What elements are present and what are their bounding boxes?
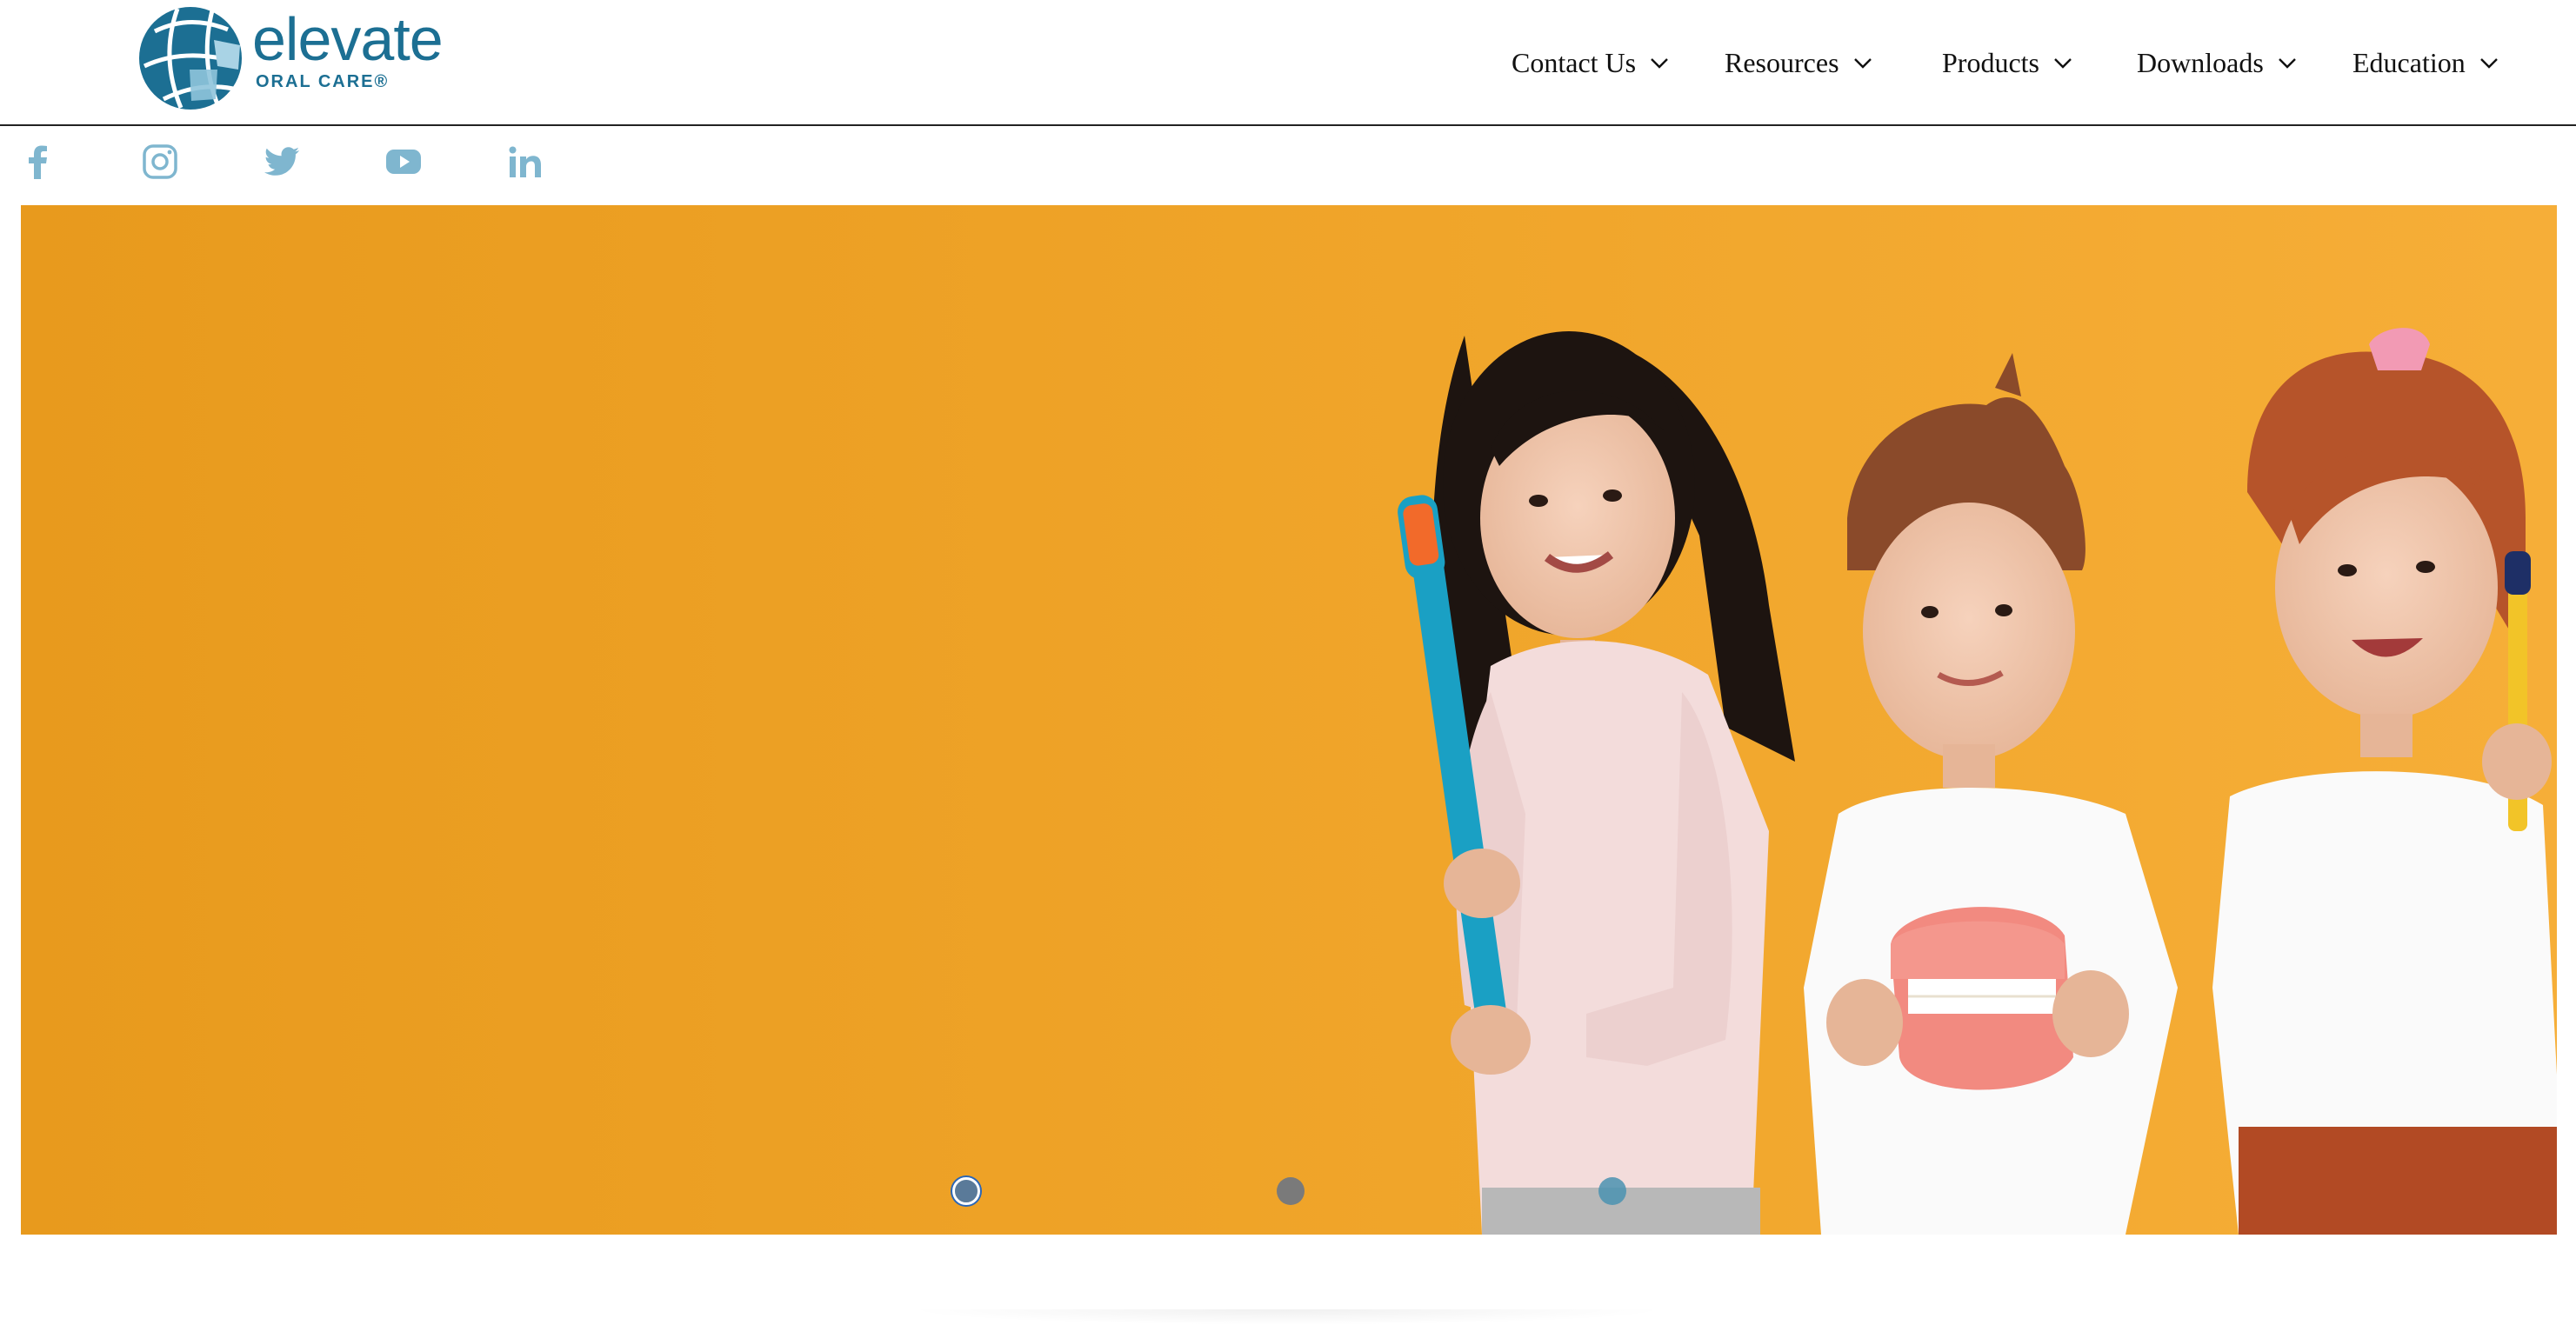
chevron-down-icon: [2052, 51, 2074, 74]
nav-label: Products: [1942, 46, 2039, 78]
globe-logo-icon: [139, 7, 242, 110]
elevate-oral-care-logo[interactable]: elevate ORAL CARE®: [137, 5, 444, 111]
instagram-icon[interactable]: [136, 137, 184, 186]
twitter-icon[interactable]: [257, 137, 306, 186]
chevron-down-icon: [1648, 51, 1671, 74]
hero-banner: [21, 205, 2557, 1235]
nav-downloads[interactable]: Downloads: [2137, 42, 2299, 83]
nav-label: Resources: [1725, 46, 1839, 78]
carousel-dot-1[interactable]: [952, 1177, 980, 1205]
nav-education[interactable]: Education: [2352, 42, 2500, 83]
section-divider-shadow: [904, 1309, 1670, 1325]
nav-products[interactable]: Products: [1942, 42, 2074, 83]
carousel-dot-3[interactable]: [1598, 1177, 1626, 1205]
chevron-down-icon: [2276, 51, 2299, 74]
facebook-icon[interactable]: [14, 137, 63, 186]
nav-label: Downloads: [2137, 46, 2264, 78]
chevron-down-icon: [2478, 51, 2500, 74]
chevron-down-icon: [1852, 51, 1874, 74]
dental-model: [1891, 907, 2073, 1090]
site-header: elevate ORAL CARE® Contact Us Resources …: [0, 0, 2576, 126]
nav-resources[interactable]: Resources: [1725, 42, 1874, 83]
nav-contact-us[interactable]: Contact Us: [1512, 42, 1671, 83]
youtube-icon[interactable]: [379, 137, 428, 186]
nav-label: Contact Us: [1512, 46, 1637, 78]
children-with-toothbrushes-image: [21, 205, 2557, 1235]
linkedin-icon[interactable]: [501, 137, 550, 186]
brand-name: elevate: [252, 5, 444, 73]
nav-label: Education: [2352, 46, 2466, 78]
brand-subtitle: ORAL CARE®: [256, 72, 390, 91]
carousel-dot-2[interactable]: [1277, 1177, 1305, 1205]
